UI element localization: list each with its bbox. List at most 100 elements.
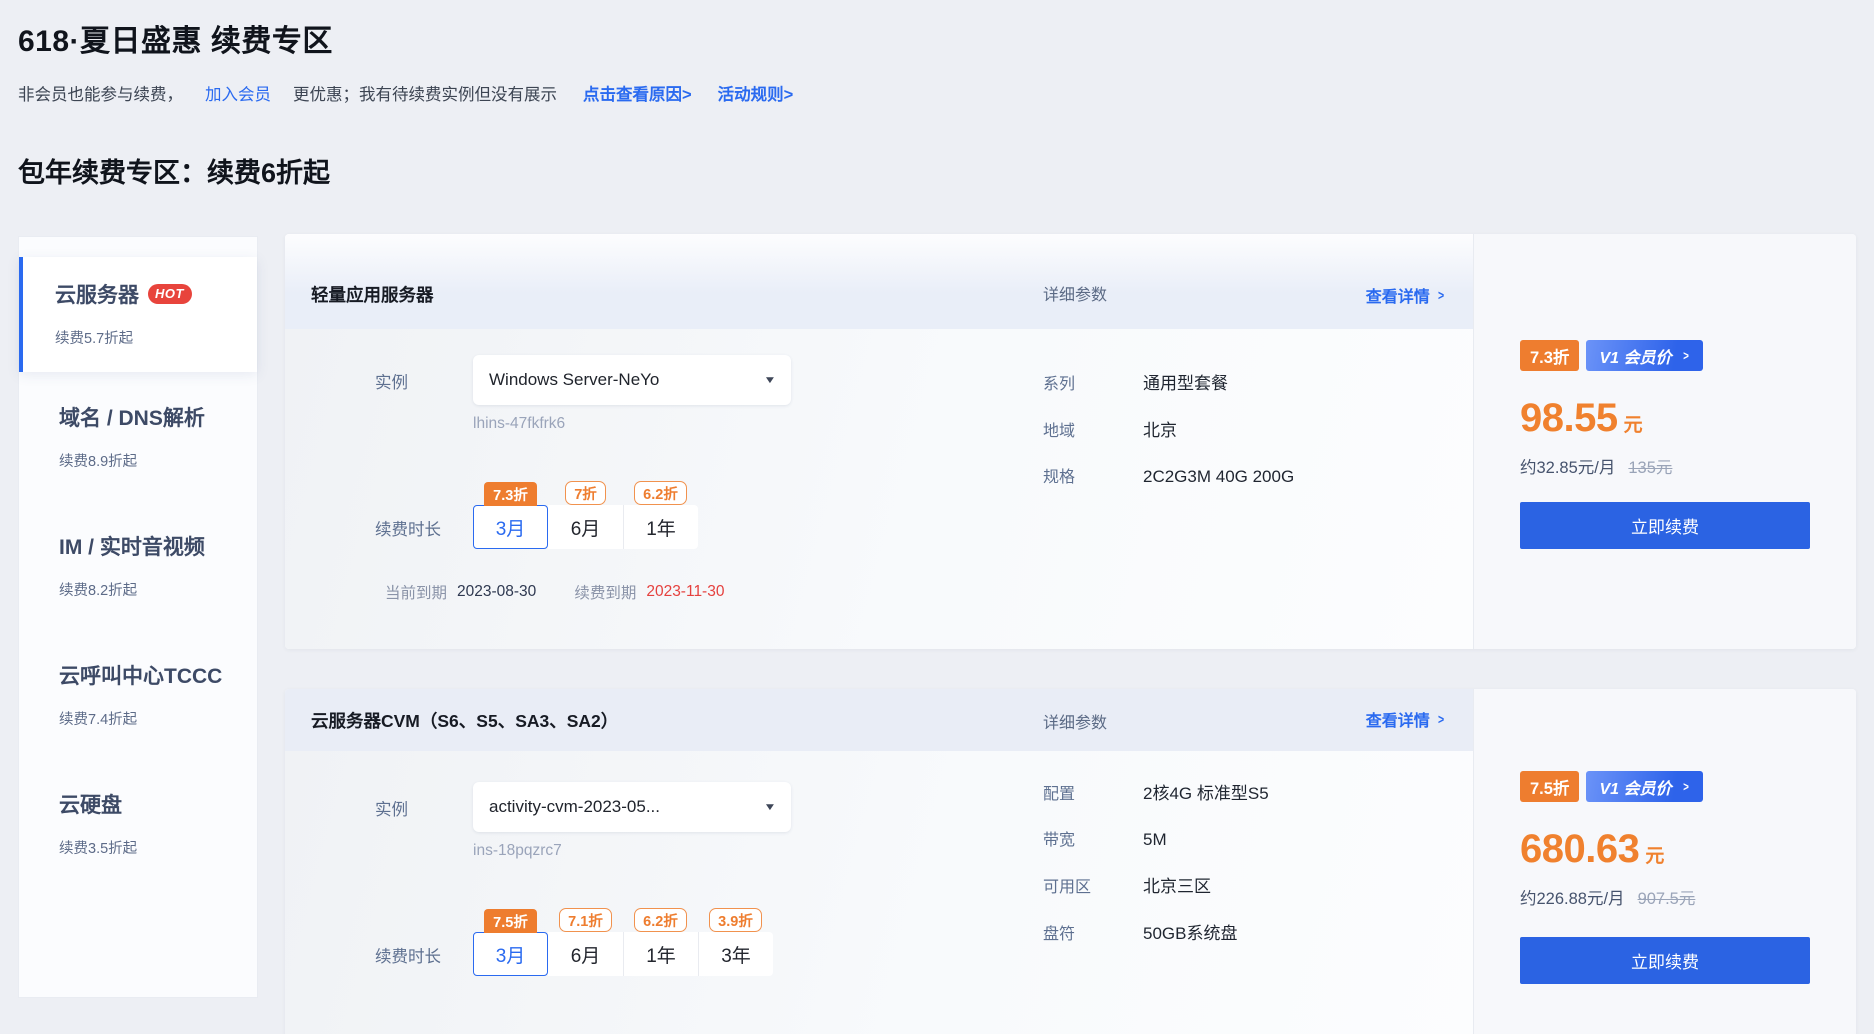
spec-value: 2核4G 标准型S5 [1143, 779, 1269, 804]
caret-down-icon: ▼ [763, 375, 776, 386]
price-discount-badge: 7.5折 [1520, 771, 1579, 802]
spec-label: 盘符 [1043, 920, 1143, 944]
sidebar-item-tccc[interactable]: 云呼叫中心TCCC 续费7.4折起 [19, 630, 257, 759]
card-header: 轻量应用服务器 详细参数 查看详情 > [285, 234, 1473, 329]
price-number: 680.63 [1520, 827, 1639, 872]
product-card-cvm: 云服务器CVM（S6、S5、SA3、SA2） 详细参数 查看详情 > 实例 [285, 689, 1856, 1034]
renew-expire-label: 续费到期 [574, 581, 636, 603]
duration-tab-3m[interactable]: 3月 [473, 505, 548, 549]
duration-label: 续费时长 [375, 481, 473, 549]
duration-tabs: 7.5折 3月 7.1折 6月 6.2折 1年 [473, 908, 773, 976]
instance-label: 实例 [375, 355, 473, 433]
price-unit: 元 [1645, 841, 1664, 868]
sidebar-item-label: IM / 实时音视频 [59, 531, 257, 561]
view-detail-link[interactable]: 查看详情 > [1366, 707, 1445, 731]
renewal-campaign-page: 618·夏日盛惠 续费专区 非会员也能参与续费， 加入会员 更优惠；我有待续费实… [0, 16, 1874, 1034]
duration-option: 7折 6月 [548, 481, 623, 549]
price-badges: 7.5折 V1 会员价 > [1520, 771, 1810, 802]
renew-now-button[interactable]: 立即续费 [1520, 502, 1810, 549]
duration-option: 3.9折 3年 [698, 908, 773, 976]
duration-tab-1y[interactable]: 1年 [623, 932, 698, 976]
product-cards: 轻量应用服务器 详细参数 查看详情 > 实例 Windows Serv [285, 190, 1856, 1034]
expiry-dates: 当前到期 2023-08-30 续费到期 2023-11-30 [385, 581, 1473, 603]
instance-row: 实例 Windows Server-NeYo ▼ lhins-47fkfrk6 [375, 355, 1473, 433]
join-member-link[interactable]: 加入会员 [205, 81, 271, 105]
duration-row: 续费时长 7.5折 3月 7.1折 6月 [375, 908, 1473, 976]
duration-tab-6m[interactable]: 6月 [548, 932, 623, 976]
sidebar-item-discount: 续费5.7折起 [55, 327, 257, 348]
discount-badge: 6.2折 [634, 908, 687, 932]
sidebar-item-cbs[interactable]: 云硬盘 续费3.5折起 [19, 759, 257, 888]
sidebar-item-im-trtc[interactable]: IM / 实时音视频 续费8.2折起 [19, 501, 257, 630]
spec-value: 2C2G3M 40G 200G [1143, 467, 1294, 487]
params-label: 详细参数 [1043, 709, 1107, 733]
card-main: 云服务器CVM（S6、S5、SA3、SA2） 详细参数 查看详情 > 实例 [285, 689, 1473, 1034]
subtitle-text: 非会员也能参与续费， [18, 81, 183, 105]
sidebar-item-label: 云服务器 [55, 279, 139, 309]
price-sub-row: 约32.85元/月 135元 [1520, 454, 1810, 478]
chevron-right-icon: > [1438, 287, 1444, 303]
price-sub-row: 约226.88元/月 907.5元 [1520, 885, 1810, 909]
instance-select-wrap: Windows Server-NeYo ▼ lhins-47fkfrk6 [473, 355, 791, 433]
duration-tab-3y[interactable]: 3年 [698, 932, 773, 976]
vip-price-label: V1 会员价 [1599, 775, 1671, 799]
vip-price-label: V1 会员价 [1599, 344, 1671, 368]
sidebar-item-label: 云硬盘 [59, 789, 257, 819]
spec-list: 配置 2核4G 标准型S5 带宽 5M 可用区 北京三区 [1043, 779, 1269, 966]
category-sidebar: 云服务器 HOT 续费5.7折起 域名 / DNS解析 续费8.9折起 IM /… [18, 236, 258, 998]
sidebar-item-cvm[interactable]: 云服务器 HOT 续费5.7折起 [19, 257, 257, 372]
sidebar-item-domain-dns[interactable]: 域名 / DNS解析 续费8.9折起 [19, 372, 257, 501]
price-panel: 7.5折 V1 会员价 > 680.63 元 约226.88元/月 907.5元 [1473, 689, 1856, 1034]
instance-select-wrap: activity-cvm-2023-05... ▼ ins-18pqzrc7 [473, 782, 791, 860]
caret-down-icon: ▼ [763, 802, 776, 813]
card-title: 云服务器CVM（S6、S5、SA3、SA2） [311, 708, 618, 733]
monthly-price: 约226.88元/月 [1520, 885, 1625, 909]
spec-row: 盘符 50GB系统盘 [1043, 919, 1269, 944]
card-header: 云服务器CVM（S6、S5、SA3、SA2） 详细参数 查看详情 > [285, 689, 1473, 751]
vip-price-badge[interactable]: V1 会员价 > [1586, 771, 1703, 802]
spec-label: 配置 [1043, 780, 1143, 804]
instance-select[interactable]: activity-cvm-2023-05... ▼ [473, 782, 791, 832]
sidebar-item-label: 云呼叫中心TCCC [59, 660, 257, 690]
card-body: 实例 activity-cvm-2023-05... ▼ ins-18pqzrc… [285, 751, 1473, 1034]
renew-expire-date: 2023-11-30 [646, 583, 724, 601]
view-detail-label: 查看详情 [1366, 707, 1430, 731]
discount-badge: 3.9折 [709, 908, 762, 932]
view-detail-link[interactable]: 查看详情 > [1366, 283, 1445, 307]
spec-row: 地域 北京 [1043, 416, 1294, 441]
duration-tab-1y[interactable]: 1年 [623, 505, 698, 549]
card-title: 轻量应用服务器 [311, 282, 434, 307]
duration-option: 6.2折 1年 [623, 481, 698, 549]
product-card-lighthouse: 轻量应用服务器 详细参数 查看详情 > 实例 Windows Serv [285, 234, 1856, 649]
spec-value: 北京三区 [1143, 872, 1211, 897]
discount-badge: 7.3折 [484, 482, 537, 506]
subtitle-row: 非会员也能参与续费， 加入会员 更优惠；我有待续费实例但没有展示 点击查看原因>… [18, 81, 1874, 105]
spec-value: 北京 [1143, 416, 1177, 441]
original-price: 907.5元 [1638, 885, 1696, 909]
renew-now-button[interactable]: 立即续费 [1520, 937, 1810, 984]
price-unit: 元 [1624, 410, 1643, 437]
discount-badge: 6.2折 [634, 481, 687, 505]
monthly-price: 约32.85元/月 [1520, 454, 1615, 478]
discount-badge: 7折 [565, 481, 606, 505]
spec-label: 带宽 [1043, 826, 1143, 850]
duration-tab-3m[interactable]: 3月 [473, 932, 548, 976]
duration-option: 7.5折 3月 [473, 909, 548, 976]
sidebar-item-discount: 续费8.9折起 [59, 450, 257, 471]
price-amount: 680.63 元 [1520, 827, 1810, 872]
duration-tab-6m[interactable]: 6月 [548, 505, 623, 549]
vip-price-badge[interactable]: V1 会员价 > [1586, 340, 1703, 371]
spec-row: 可用区 北京三区 [1043, 872, 1269, 897]
instance-id: lhins-47fkfrk6 [473, 415, 791, 433]
spec-value: 通用型套餐 [1143, 369, 1228, 394]
view-reason-link[interactable]: 点击查看原因> [583, 81, 692, 105]
instance-row: 实例 activity-cvm-2023-05... ▼ ins-18pqzrc… [375, 782, 1473, 860]
instance-select-value: activity-cvm-2023-05... [489, 797, 660, 817]
activity-rules-link[interactable]: 活动规则> [718, 81, 794, 105]
spec-label: 规格 [1043, 463, 1143, 487]
instance-select[interactable]: Windows Server-NeYo ▼ [473, 355, 791, 405]
subtitle-text-2: 更优惠；我有待续费实例但没有展示 [293, 81, 557, 105]
duration-row: 续费时长 7.3折 3月 7折 6月 [375, 481, 1473, 549]
spec-list: 系列 通用型套餐 地域 北京 规格 2C2G3M 40G 200G [1043, 369, 1294, 509]
sidebar-item-label: 域名 / DNS解析 [59, 402, 257, 432]
